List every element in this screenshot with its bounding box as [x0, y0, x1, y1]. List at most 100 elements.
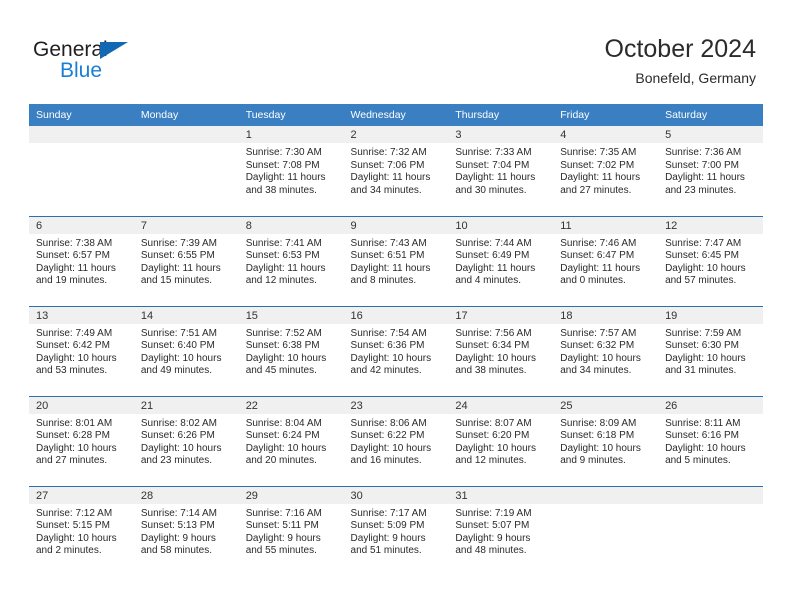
sunset-text: Sunset: 6:38 PM [245, 340, 320, 352]
sunrise-text: Sunrise: 7:35 AM [560, 147, 637, 158]
calendar-day-cell[interactable]: 25 Sunrise: 8:09 AM Sunset: 6:18 PM Dayligh… [553, 395, 659, 486]
day-details: Sunrise: 7:32 AM Sunset: 7:06 PM Daylight:… [344, 143, 449, 197]
sunrise-text: Sunrise: 8:04 AM [245, 417, 322, 429]
day-details: Sunrise: 7:17 AM Sunset: 5:09 PM Daylight:… [344, 504, 449, 558]
sunset-text: Sunset: 7:02 PM [560, 159, 635, 171]
day-number: 9 [343, 216, 449, 234]
calendar-day-cell[interactable]: 16 Sunrise: 7:54 AM Sunset: 6:36 PM Dayligh… [343, 305, 449, 396]
calendar-day-cell[interactable]: 23 Sunrise: 8:06 AM Sunset: 6:22 PM Dayligh… [343, 395, 449, 486]
daylight-text: Daylight: 10 hours and 38 minutes. [455, 352, 536, 377]
calendar-day-cell[interactable]: 29 Sunrise: 7:16 AM Sunset: 5:11 PM Dayligh… [238, 485, 344, 576]
weekday-header-saturday: Saturday [658, 104, 763, 126]
sunset-text: Sunset: 6:32 PM [560, 340, 635, 352]
day-number: 13 [29, 306, 134, 324]
day-details: Sunrise: 7:43 AM Sunset: 6:51 PM Daylight:… [344, 234, 449, 288]
day-details: Sunrise: 7:38 AM Sunset: 6:57 PM Daylight:… [29, 234, 134, 288]
daylight-text: Daylight: 11 hours and 27 minutes. [560, 172, 641, 196]
calendar-week-row: 1 Sunrise: 7:30 AM Sunset: 7:08 PM Daylight… [29, 126, 763, 216]
calendar-day-cell[interactable]: 19 Sunrise: 7:59 AM Sunset: 6:30 PM Dayligh… [658, 305, 763, 396]
sunset-text: Sunset: 6:18 PM [560, 430, 635, 442]
sunset-text: Sunset: 6:45 PM [665, 250, 739, 262]
sunrise-text: Sunrise: 7:57 AM [560, 327, 637, 339]
calendar-day-cell[interactable]: 9 Sunrise: 7:43 AM Sunset: 6:51 PM Daylight… [343, 215, 449, 306]
daylight-text: Daylight: 11 hours and 19 minutes. [36, 262, 116, 287]
calendar-day-cell[interactable]: 6 Sunrise: 7:38 AM Sunset: 6:57 PM Daylight… [29, 215, 134, 306]
calendar-day-cell[interactable]: 4 Sunrise: 7:35 AM Sunset: 7:02 PM Daylight… [553, 126, 659, 216]
sunrise-text: Sunrise: 8:09 AM [560, 417, 637, 429]
sunset-text: Sunset: 5:07 PM [455, 520, 530, 532]
calendar-day-cell[interactable]: 17 Sunrise: 7:56 AM Sunset: 6:34 PM Dayligh… [448, 305, 554, 396]
day-details: Sunrise: 8:04 AM Sunset: 6:24 PM Daylight:… [239, 414, 344, 468]
day-details: Sunrise: 8:06 AM Sunset: 6:22 PM Daylight:… [344, 414, 449, 468]
daylight-text: Daylight: 10 hours and 27 minutes. [36, 442, 117, 467]
day-number [29, 126, 134, 143]
daylight-text: Daylight: 11 hours and 15 minutes. [140, 262, 221, 287]
daylight-text: Daylight: 11 hours and 23 minutes. [665, 172, 745, 196]
sunrise-text: Sunrise: 7:30 AM [245, 147, 322, 158]
calendar-day-cell[interactable]: 20 Sunrise: 8:01 AM Sunset: 6:28 PM Dayligh… [29, 395, 134, 486]
day-details: Sunrise: 7:56 AM Sunset: 6:34 PM Daylight:… [448, 324, 553, 378]
calendar-day-cell[interactable]: 13 Sunrise: 7:49 AM Sunset: 6:42 PM Dayligh… [29, 305, 134, 396]
daylight-text: Daylight: 9 hours and 58 minutes. [140, 532, 216, 557]
page-header: General Blue October 2024 Bonefeld, Germ… [0, 0, 792, 100]
calendar-day-cell[interactable]: 10 Sunrise: 7:44 AM Sunset: 6:49 PM Dayligh… [448, 215, 554, 306]
calendar-day-cell[interactable]: 12 Sunrise: 7:47 AM Sunset: 6:45 PM Dayligh… [658, 215, 763, 306]
calendar-day-cell[interactable]: 24 Sunrise: 8:07 AM Sunset: 6:20 PM Dayligh… [448, 395, 554, 486]
day-number [133, 126, 239, 143]
sunrise-text: Sunrise: 7:41 AM [245, 237, 322, 249]
day-number: 7 [133, 216, 239, 234]
daylight-text: Daylight: 10 hours and 9 minutes. [560, 442, 641, 467]
daylight-text: Daylight: 10 hours and 12 minutes. [455, 442, 536, 467]
calendar-cell-empty [658, 485, 763, 576]
calendar-day-cell[interactable]: 3 Sunrise: 7:33 AM Sunset: 7:04 PM Daylight… [448, 126, 554, 216]
day-details: Sunrise: 7:41 AM Sunset: 6:53 PM Daylight:… [239, 234, 344, 288]
sunset-text: Sunset: 6:57 PM [36, 250, 110, 262]
sunset-text: Sunset: 6:40 PM [140, 340, 215, 352]
day-number: 31 [448, 486, 554, 504]
calendar-day-cell[interactable]: 14 Sunrise: 7:51 AM Sunset: 6:40 PM Dayligh… [133, 305, 239, 396]
calendar-day-cell[interactable]: 2 Sunrise: 7:32 AM Sunset: 7:06 PM Daylight… [343, 126, 449, 216]
daylight-text: Daylight: 10 hours and 42 minutes. [350, 352, 432, 377]
sunrise-text: Sunrise: 7:52 AM [245, 327, 322, 339]
calendar-day-cell[interactable]: 22 Sunrise: 8:04 AM Sunset: 6:24 PM Dayligh… [238, 395, 344, 486]
calendar-week-row: 20 Sunrise: 8:01 AM Sunset: 6:28 PM Dayligh… [29, 395, 763, 486]
title-block: October 2024 Bonefeld, Germany [605, 34, 757, 88]
calendar-cell-empty [29, 126, 134, 216]
sunset-text: Sunset: 6:36 PM [350, 340, 425, 352]
calendar-day-cell[interactable]: 31 Sunrise: 7:19 AM Sunset: 5:07 PM Dayligh… [448, 485, 554, 576]
sunrise-text: Sunrise: 7:49 AM [36, 327, 113, 339]
calendar-day-cell[interactable]: 11 Sunrise: 7:46 AM Sunset: 6:47 PM Dayligh… [553, 215, 659, 306]
calendar-day-cell[interactable]: 8 Sunrise: 7:41 AM Sunset: 6:53 PM Daylight… [238, 215, 344, 306]
weekday-header-tuesday: Tuesday [238, 104, 344, 126]
calendar-day-cell[interactable]: 1 Sunrise: 7:30 AM Sunset: 7:08 PM Daylight… [238, 126, 344, 216]
page-subtitle: Bonefeld, Germany [635, 70, 756, 86]
day-details: Sunrise: 7:16 AM Sunset: 5:11 PM Daylight:… [239, 504, 344, 558]
daylight-text: Daylight: 10 hours and 20 minutes. [245, 442, 327, 467]
sunset-text: Sunset: 6:28 PM [36, 430, 110, 442]
sunrise-text: Sunrise: 7:51 AM [140, 327, 217, 339]
sunset-text: Sunset: 5:15 PM [36, 520, 110, 532]
calendar-day-cell[interactable]: 7 Sunrise: 7:39 AM Sunset: 6:55 PM Daylight… [133, 215, 239, 306]
sunset-text: Sunset: 6:24 PM [245, 430, 320, 442]
sunrise-text: Sunrise: 8:02 AM [140, 417, 217, 429]
general-blue-logo[interactable]: General Blue [33, 38, 163, 86]
day-number: 11 [553, 216, 659, 234]
day-details: Sunrise: 7:51 AM Sunset: 6:40 PM Daylight:… [134, 324, 239, 378]
sunset-text: Sunset: 5:09 PM [350, 520, 425, 532]
calendar-day-cell[interactable]: 21 Sunrise: 8:02 AM Sunset: 6:26 PM Dayligh… [133, 395, 239, 486]
day-details: Sunrise: 7:47 AM Sunset: 6:45 PM Daylight:… [658, 234, 763, 288]
calendar-day-cell[interactable]: 28 Sunrise: 7:14 AM Sunset: 5:13 PM Dayligh… [133, 485, 239, 576]
daylight-text: Daylight: 11 hours and 34 minutes. [350, 172, 431, 196]
day-number: 16 [343, 306, 449, 324]
day-number: 27 [29, 486, 134, 504]
calendar-day-cell[interactable]: 5 Sunrise: 7:36 AM Sunset: 7:00 PM Daylight… [658, 126, 763, 216]
calendar-day-cell[interactable]: 26 Sunrise: 8:11 AM Sunset: 6:16 PM Dayligh… [658, 395, 763, 486]
calendar-day-cell[interactable]: 15 Sunrise: 7:52 AM Sunset: 6:38 PM Dayligh… [238, 305, 344, 396]
daylight-text: Daylight: 11 hours and 0 minutes. [560, 262, 641, 287]
calendar-day-cell[interactable]: 18 Sunrise: 7:57 AM Sunset: 6:32 PM Dayligh… [553, 305, 659, 396]
sunset-text: Sunset: 6:42 PM [36, 340, 110, 352]
calendar-day-cell[interactable]: 27 Sunrise: 7:12 AM Sunset: 5:15 PM Dayligh… [29, 485, 134, 576]
calendar-day-cell[interactable]: 30 Sunrise: 7:17 AM Sunset: 5:09 PM Dayligh… [343, 485, 449, 576]
daylight-text: Daylight: 11 hours and 12 minutes. [245, 262, 326, 287]
daylight-text: Daylight: 11 hours and 30 minutes. [455, 172, 536, 196]
